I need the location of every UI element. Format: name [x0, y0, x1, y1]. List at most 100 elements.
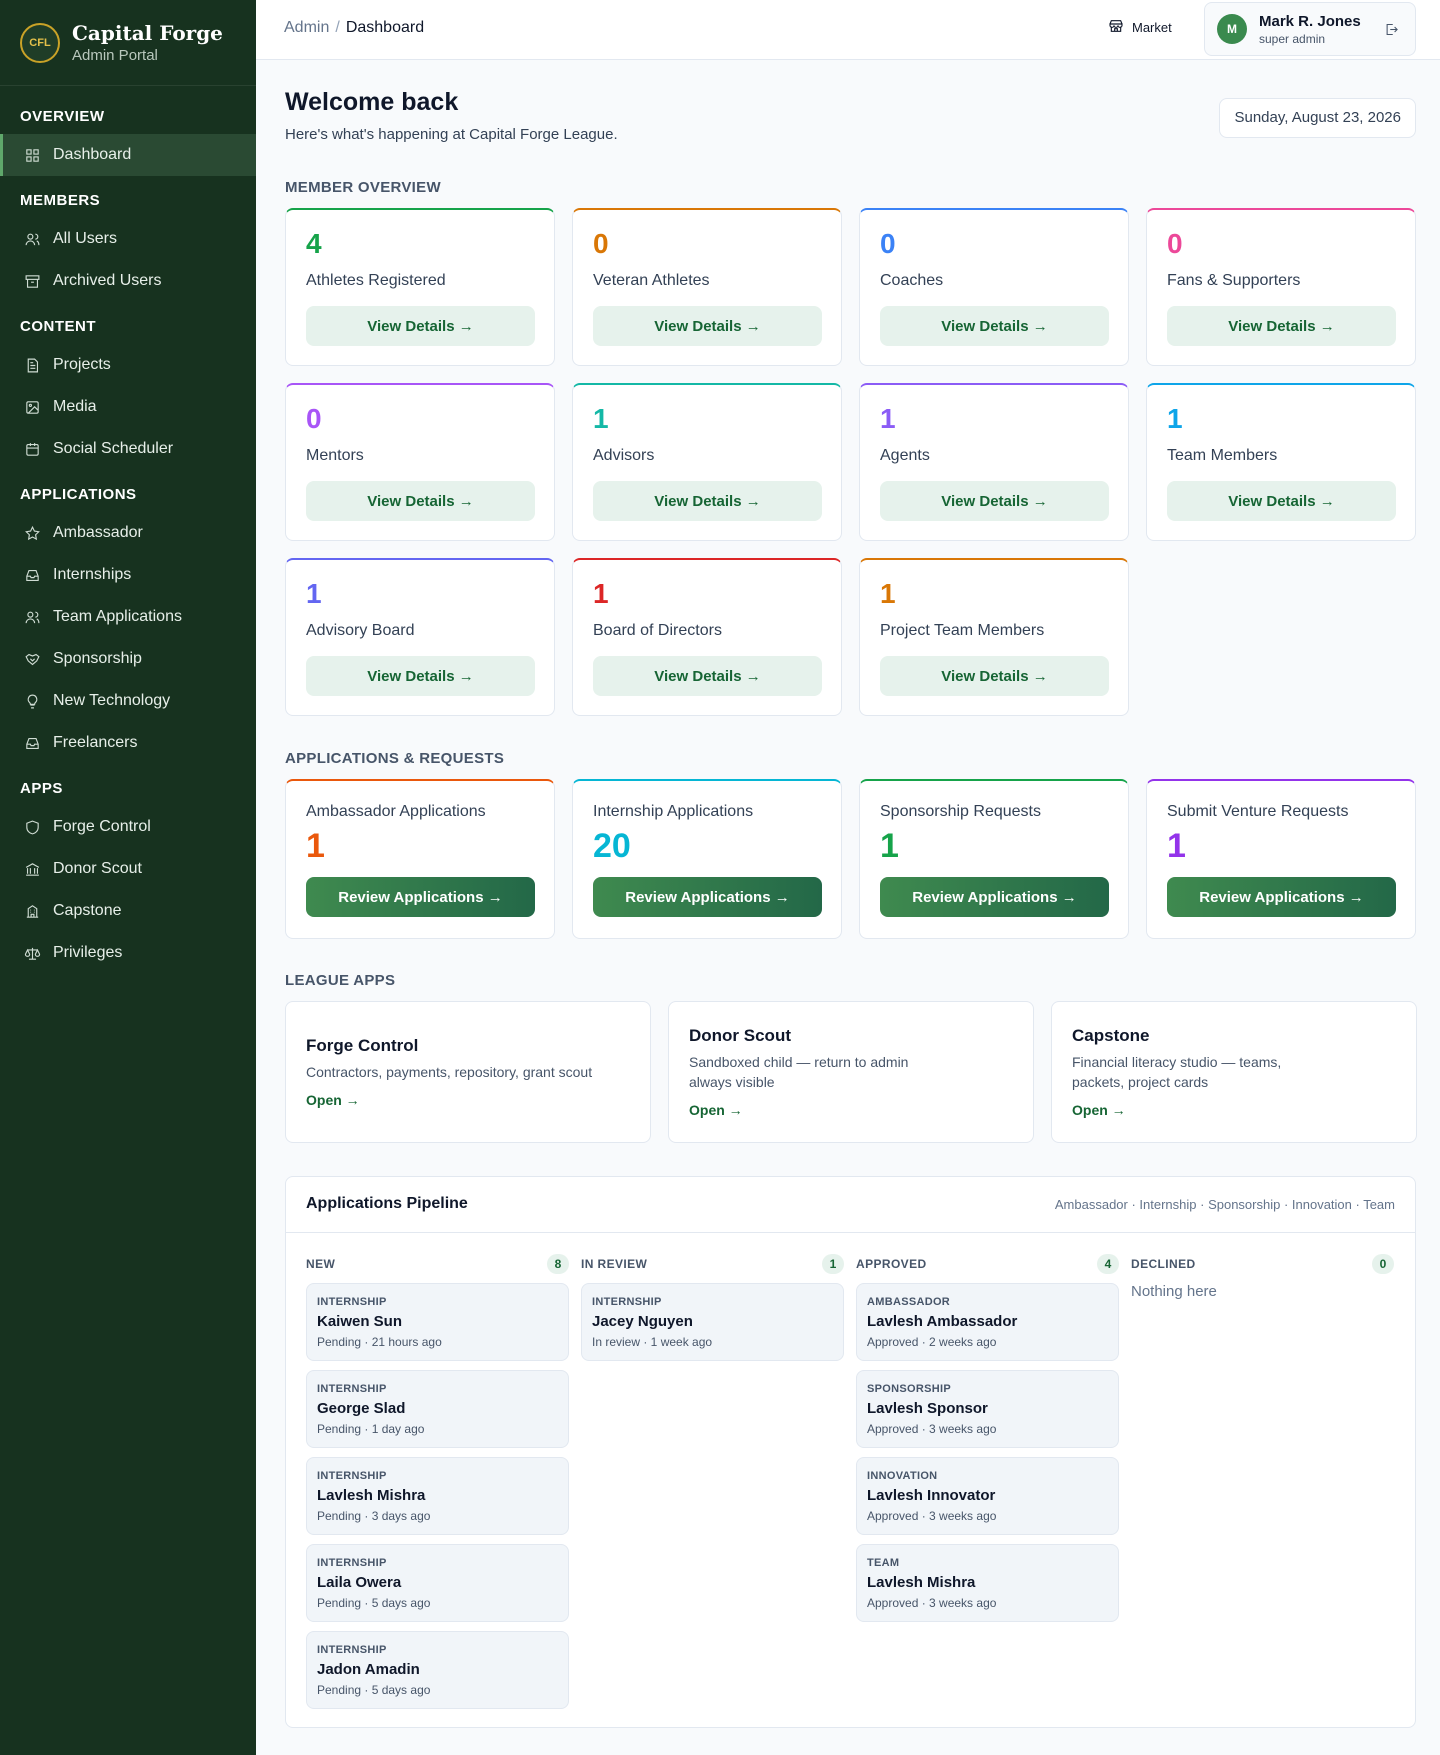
sidebar-item-new-technology[interactable]: New Technology — [0, 680, 256, 722]
pipeline-column-in-review: IN REVIEW 1 INTERNSHIP Jacey Nguyen In revie… — [581, 1253, 844, 1718]
applications-grid: Ambassador Applications 1 Review Applicati… — [285, 779, 1416, 939]
pipeline-title: Applications Pipeline — [306, 1195, 468, 1212]
application-card-sponsorship-requests: Sponsorship Requests 1 Review Applications… — [859, 779, 1129, 939]
pipeline-card[interactable]: INTERNSHIP Jacey Nguyen In review · 1 week… — [581, 1283, 844, 1361]
sidebar-item-ambassador[interactable]: Ambassador — [0, 512, 256, 554]
open-link[interactable]: Open → — [1072, 1102, 1396, 1118]
sidebar-item-label: Sponsorship — [53, 650, 142, 667]
sidebar-item-archived-users[interactable]: Archived Users — [0, 260, 256, 302]
sidebar-item-internships[interactable]: Internships — [0, 554, 256, 596]
sidebar-item-label: Freelancers — [53, 734, 138, 751]
grid-icon — [23, 146, 41, 164]
view-details-button[interactable]: View Details → — [306, 481, 535, 521]
sidebar-item-label: Archived Users — [53, 272, 162, 289]
handshake-icon — [23, 650, 41, 668]
user-role: super admin — [1259, 31, 1326, 46]
sidebar: CFL Capital Forge Admin Portal OVERVIEW D… — [0, 0, 256, 1755]
review-applications-button[interactable]: Review Applications → — [306, 877, 535, 917]
sidebar-item-team-applications[interactable]: Team Applications — [0, 596, 256, 638]
pipeline-card[interactable]: INTERNSHIP George Slad Pending · 1 day ago — [306, 1370, 569, 1448]
view-details-button[interactable]: View Details → — [1167, 481, 1396, 521]
review-applications-button[interactable]: Review Applications → — [880, 877, 1109, 917]
league-app-title: Capstone — [1072, 1026, 1150, 1045]
open-link[interactable]: Open → — [689, 1102, 1013, 1118]
sidebar-nav: OVERVIEW Dashboard MEMBERS All Users Archive… — [0, 86, 256, 974]
user-name: Mark R. Jones — [1259, 12, 1361, 30]
view-details-button[interactable]: View Details → — [306, 656, 535, 696]
sidebar-item-forge-control[interactable]: Forge Control — [0, 806, 256, 848]
applicant-name: George Slad — [317, 1400, 406, 1417]
application-status: Approved · 3 weeks ago — [867, 1422, 997, 1436]
view-details-button[interactable]: View Details → — [593, 306, 822, 346]
application-type: INNOVATION — [867, 1470, 938, 1482]
member-overview-grid: 4 Athletes Registered View Details → 0 Veter… — [285, 208, 1416, 716]
sidebar-item-dashboard[interactable]: Dashboard — [0, 134, 256, 176]
pipeline-card[interactable]: INTERNSHIP Laila Owera Pending · 5 days ag… — [306, 1544, 569, 1622]
applications-title: APPLICATIONS & REQUESTS — [285, 750, 505, 767]
brand[interactable]: CFL Capital Forge Admin Portal — [0, 0, 256, 86]
application-label: Internship Applications — [593, 803, 754, 820]
application-type: INTERNSHIP — [317, 1383, 387, 1395]
league-app-forge-control[interactable]: Forge Control Contractors, payments, repo… — [285, 1001, 651, 1143]
pipeline-card[interactable]: TEAM Lavlesh Mishra Approved · 3 weeks ago — [856, 1544, 1119, 1622]
sidebar-item-media[interactable]: Media — [0, 386, 256, 428]
archive-icon — [23, 272, 41, 290]
pipeline-card[interactable]: INTERNSHIP Lavlesh Mishra Pending · 3 days… — [306, 1457, 569, 1535]
sidebar-item-all-users[interactable]: All Users — [0, 218, 256, 260]
sidebar-item-social-scheduler[interactable]: Social Scheduler — [0, 428, 256, 470]
logout-icon[interactable] — [1384, 22, 1399, 42]
applicant-name: Lavlesh Sponsor — [867, 1400, 988, 1417]
pipeline-card[interactable]: INNOVATION Lavlesh Innovator Approved · 3 … — [856, 1457, 1119, 1535]
application-label: Submit Venture Requests — [1167, 803, 1349, 820]
league-app-description: Sandboxed child — return to admin always… — [689, 1054, 909, 1090]
pipeline-card[interactable]: SPONSORSHIP Lavlesh Sponsor Approved · 3 w… — [856, 1370, 1119, 1448]
application-type: INTERNSHIP — [317, 1296, 387, 1308]
nav-section-members: MEMBERS — [20, 192, 101, 209]
column-count-badge: 8 — [547, 1254, 569, 1274]
empty-state: Nothing here — [1131, 1283, 1217, 1300]
nav-section-content: CONTENT — [20, 318, 96, 335]
league-app-capstone[interactable]: Capstone Financial literacy studio — team… — [1051, 1001, 1417, 1143]
sidebar-item-donor-scout[interactable]: Donor Scout — [0, 848, 256, 890]
review-applications-button[interactable]: Review Applications → — [1167, 877, 1396, 917]
review-applications-button[interactable]: Review Applications → — [593, 877, 822, 917]
view-details-button[interactable]: View Details → — [880, 306, 1109, 346]
applicant-name: Jacey Nguyen — [592, 1313, 693, 1330]
store-icon — [1108, 18, 1132, 37]
member-label: Advisors — [593, 447, 655, 464]
application-count: 1 — [306, 827, 325, 865]
column-count-badge: 4 — [1097, 1254, 1119, 1274]
breadcrumb-root[interactable]: Admin — [284, 19, 329, 36]
application-card-internship-applications: Internship Applications 20 Review Applicat… — [572, 779, 842, 939]
applicant-name: Lavlesh Mishra — [317, 1487, 426, 1504]
view-details-button[interactable]: View Details → — [593, 656, 822, 696]
application-count: 1 — [880, 827, 899, 865]
open-link[interactable]: Open → — [306, 1092, 630, 1108]
sidebar-item-sponsorship[interactable]: Sponsorship — [0, 638, 256, 680]
pipeline-card[interactable]: INTERNSHIP Kaiwen Sun Pending · 21 hours a… — [306, 1283, 569, 1361]
member-count: 1 — [880, 403, 896, 434]
member-card-coaches: 0 Coaches View Details → — [859, 208, 1129, 366]
view-details-button[interactable]: View Details → — [880, 481, 1109, 521]
sidebar-item-capstone[interactable]: Capstone — [0, 890, 256, 932]
pipeline-card[interactable]: INTERNSHIP Jadon Amadin Pending · 5 days a… — [306, 1631, 569, 1709]
applicant-name: Kaiwen Sun — [317, 1313, 403, 1330]
user-menu[interactable]: M Mark R. Jones super admin — [1204, 2, 1416, 56]
view-details-button[interactable]: View Details → — [1167, 306, 1396, 346]
sidebar-item-projects[interactable]: Projects — [0, 344, 256, 386]
member-count: 0 — [1167, 228, 1183, 259]
view-details-button[interactable]: View Details → — [880, 656, 1109, 696]
member-card-board-of-directors: 1 Board of Directors View Details → — [572, 558, 842, 716]
sidebar-item-label: Ambassador — [53, 524, 143, 541]
view-details-button[interactable]: View Details → — [306, 306, 535, 346]
sidebar-item-freelancers[interactable]: Freelancers — [0, 722, 256, 764]
member-count: 1 — [593, 578, 609, 609]
sidebar-item-privileges[interactable]: Privileges — [0, 932, 256, 974]
application-type: INTERNSHIP — [317, 1644, 387, 1656]
market-button[interactable]: Market — [1108, 18, 1172, 37]
view-details-button[interactable]: View Details → — [593, 481, 822, 521]
page-title: Welcome back — [285, 88, 459, 116]
league-app-donor-scout[interactable]: Donor Scout Sandboxed child — return to a… — [668, 1001, 1034, 1143]
member-count: 1 — [306, 578, 322, 609]
pipeline-card[interactable]: AMBASSADOR Lavlesh Ambassador Approved · 2… — [856, 1283, 1119, 1361]
